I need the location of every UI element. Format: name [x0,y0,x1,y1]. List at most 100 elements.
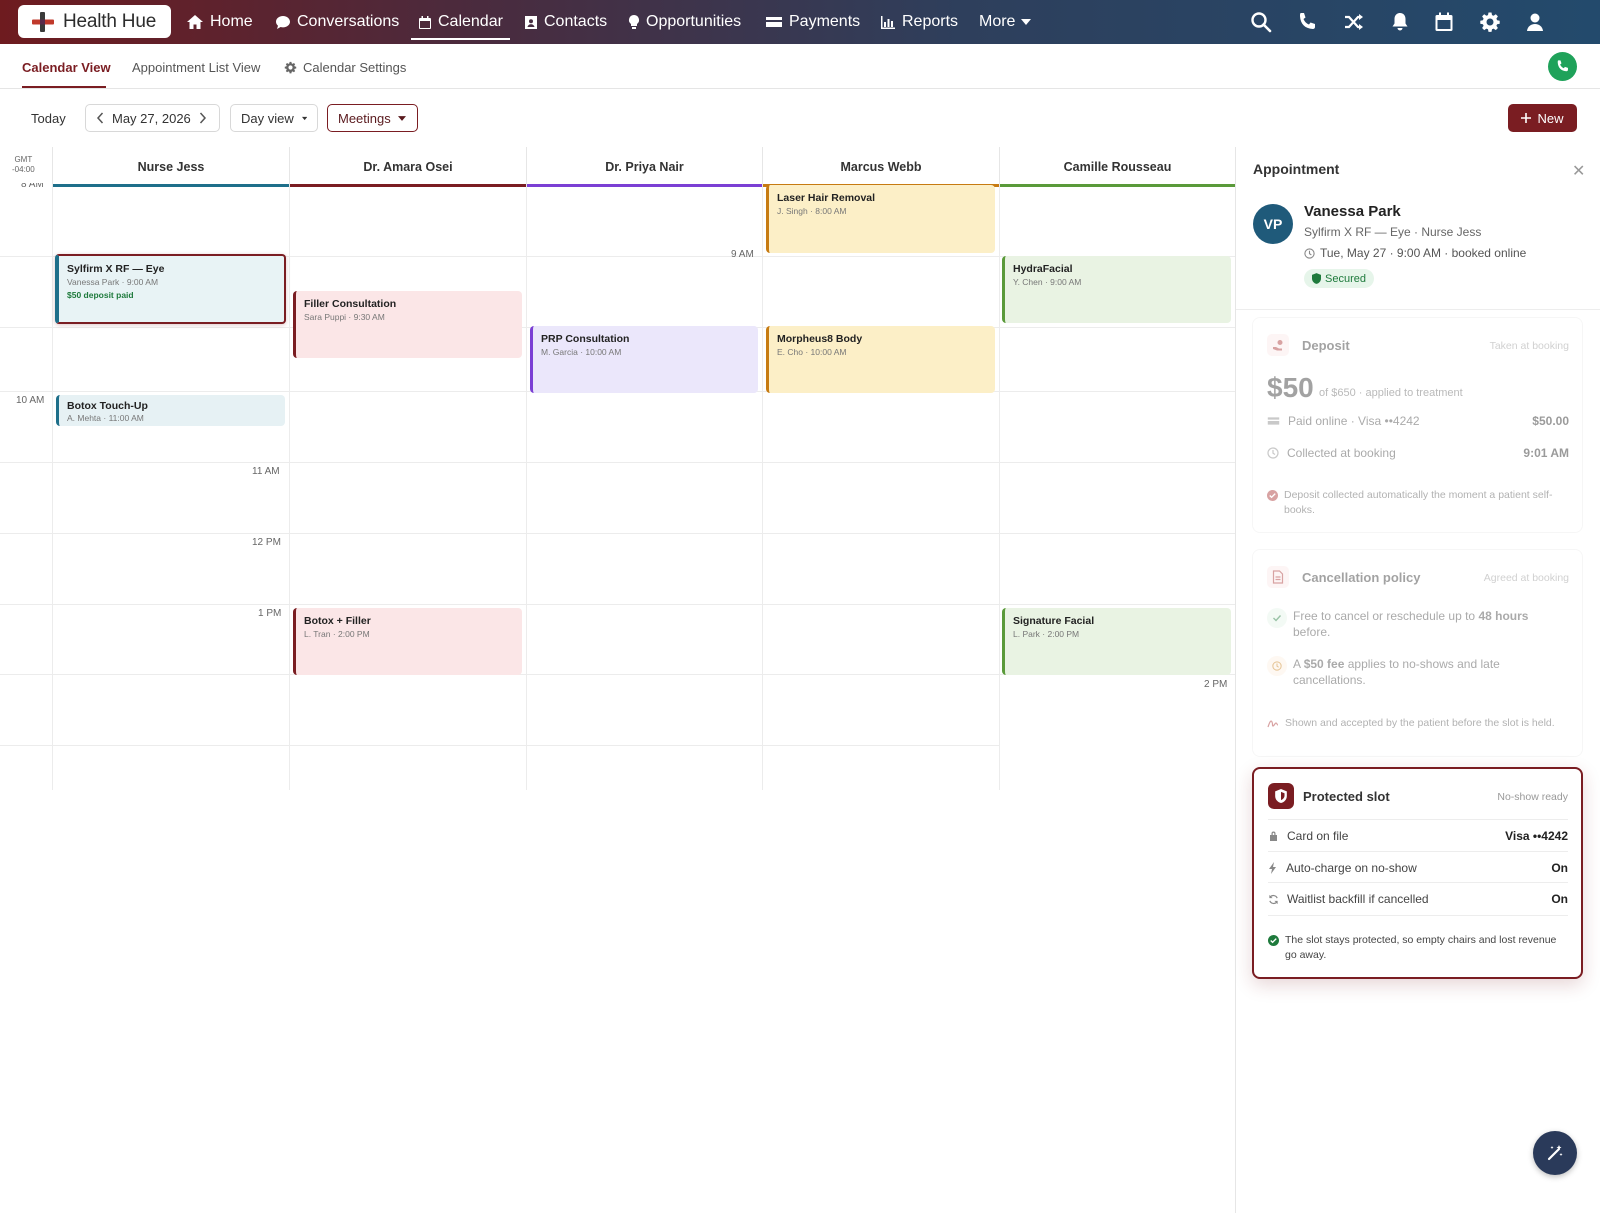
top-nav: Health Hue Home Conversations Calendar C… [0,0,1600,44]
row-value: 9:01 AM [1523,446,1569,460]
event-signature-facial[interactable]: Signature Facial L. Park · 2:00 PM [1002,608,1231,675]
patient-name[interactable]: Vanessa Park [1304,203,1401,220]
event-deposit-note: $50 deposit paid [67,290,134,300]
nav-payments[interactable]: Payments [765,0,860,44]
gear-icon [1480,12,1500,32]
column-header-marcus-webb[interactable]: Marcus Webb [762,147,999,187]
tab-calendar-view-label: Calendar View [22,60,111,75]
lightbulb-icon [629,15,639,29]
event-prp-consultation[interactable]: PRP Consultation M. Garcia · 10:00 AM [530,326,758,393]
nav-home-label: Home [210,13,253,30]
new-appointment-button[interactable]: New [1508,104,1577,132]
column-header-nurse-jess[interactable]: Nurse Jess [52,147,289,187]
column-name: Camille Rousseau [1063,160,1172,174]
column-header-dr-amara-osei[interactable]: Dr. Amara Osei [289,147,526,187]
nav-more-label: More [979,13,1016,30]
event-subtitle: L. Park · 2:00 PM [1013,629,1080,639]
row-value[interactable]: On [1551,861,1568,875]
meetings-filter[interactable]: Meetings [327,104,418,132]
time-label: 10 AM [16,395,45,406]
row-label: Paid online · Visa ••4242 [1288,414,1420,428]
auto-charge-row: Auto-charge on no-show On [1268,861,1568,875]
policy-item-fee-text: A $50 fee applies to no-shows and late c… [1293,656,1569,688]
time-label: 11 AM [252,466,280,477]
grid-line [0,462,1235,463]
nav-shuffle-button[interactable] [1343,11,1365,33]
event-filler-consultation[interactable]: Filler Consultation Sara Puppi · 9:30 AM [293,291,522,358]
nav-home[interactable]: Home [186,0,253,44]
event-subtitle: Sara Puppi · 9:30 AM [304,312,385,322]
policy-text: Free to cancel or reschedule up to [1293,609,1479,623]
nav-calendar-button[interactable] [1433,11,1455,33]
waitlist-backfill-row: Waitlist backfill if cancelled On [1268,892,1568,906]
column-color-bar [290,184,526,187]
event-morpheus8-body[interactable]: Morpheus8 Body E. Cho · 10:00 AM [766,326,995,393]
caret-down-icon [301,116,307,120]
row-value[interactable]: On [1551,892,1568,906]
nav-reports-label: Reports [902,13,959,30]
grid-line [0,604,1235,605]
nav-conversations[interactable]: Conversations [275,0,399,44]
chevron-right-icon[interactable] [199,112,207,124]
nav-settings-button[interactable] [1479,11,1501,33]
check-circle-icon [1268,935,1279,946]
tab-calendar-settings-label: Calendar Settings [303,60,407,75]
nav-more[interactable]: More [979,0,1032,44]
event-botox-touch-up[interactable]: Botox Touch-Up A. Mehta · 11:00 AM [56,395,285,426]
tab-calendar-view[interactable]: Calendar View [22,60,111,75]
check-circle-icon [1267,490,1278,501]
nav-notifications-button[interactable] [1389,11,1411,33]
timezone-line-2: -04:00 [12,165,35,174]
current-date[interactable]: May 27, 2026 [112,111,191,126]
nav-calendar[interactable]: Calendar [411,0,510,44]
lightning-icon [1269,862,1276,874]
event-hydrafacial[interactable]: HydraFacial Y. Chen · 9:00 AM [1002,256,1231,323]
clock-icon [1267,447,1279,459]
appointment-time: Tue, May 27 · 9:00 AM · booked online [1304,246,1526,260]
grid-line [0,745,1000,746]
nav-payments-label: Payments [789,13,861,30]
nav-contacts[interactable]: Contacts [524,0,607,44]
deposit-collected-row: Collected at booking 9:01 AM [1267,446,1569,460]
row-label: Card on file [1287,829,1349,843]
magic-wand-button[interactable] [1533,1131,1577,1175]
timezone-line-1: GMT [14,155,33,164]
nav-contacts-label: Contacts [544,13,608,30]
view-select-value: Day view [241,110,294,126]
close-icon[interactable]: ✕ [1572,161,1585,181]
deposit-amount-note: of $650 · applied to treatment [1319,387,1463,399]
nav-phone-button[interactable] [1296,11,1318,33]
nav-search-button[interactable] [1250,11,1272,33]
chat-icon [276,15,290,29]
view-select[interactable]: Day view [230,104,318,132]
nav-profile-button[interactable] [1524,11,1546,33]
deposit-payment-row: Paid online · Visa ••4242 $50.00 [1267,414,1569,428]
column-color-bar [1000,184,1235,187]
status-badge-label: Secured [1325,272,1366,285]
policy-tag: Agreed at booking [1483,572,1569,584]
tab-appointment-list-view-label: Appointment List View [132,60,261,75]
calendar-icon [1435,12,1453,31]
nav-opportunities[interactable]: Opportunities [628,0,741,44]
tab-appointment-list-view[interactable]: Appointment List View [132,60,260,75]
tab-calendar-settings[interactable]: Calendar Settings [284,60,406,75]
chevron-left-icon[interactable] [96,112,104,124]
today-button[interactable]: Today [31,104,66,132]
event-botox-filler[interactable]: Botox + Filler L. Tran · 2:00 PM [293,608,522,675]
column-name: Marcus Webb [840,160,922,174]
grid-divider [526,187,527,790]
column-name: Dr. Amara Osei [363,160,453,174]
column-color-bar [53,184,289,187]
event-subtitle: E. Cho · 10:00 AM [777,347,847,357]
avatar: VP [1253,204,1293,244]
dialer-button[interactable] [1548,52,1577,81]
event-laser-hair-removal[interactable]: Laser Hair Removal J. Singh · 8:00 AM [766,185,995,253]
grid-line [0,533,1235,534]
column-header-dr-priya-nair[interactable]: Dr. Priya Nair [526,147,762,187]
nav-reports[interactable]: Reports [880,0,958,44]
event-sylfirm-x-rf-eye[interactable]: Sylfirm X RF — Eye Vanessa Park · 9:00 A… [55,254,286,324]
brand-logo[interactable]: Health Hue [18,5,171,38]
grid-divider [52,187,53,790]
meetings-filter-label: Meetings [338,110,391,126]
column-header-camille-rousseau[interactable]: Camille Rousseau [999,147,1235,187]
